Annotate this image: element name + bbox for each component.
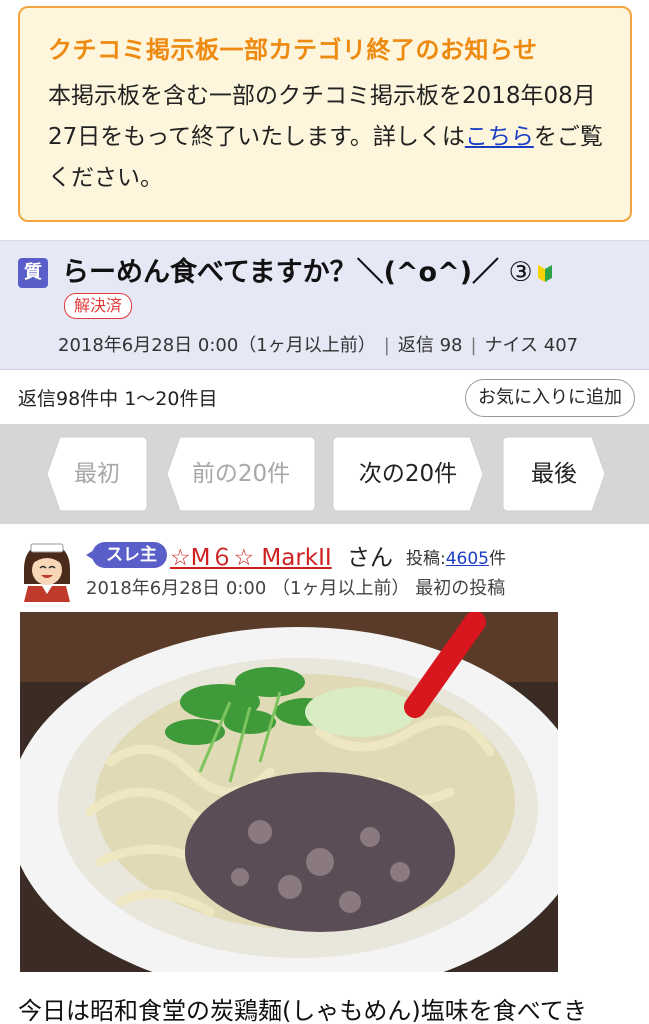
first-page-button[interactable]: 最初	[46, 436, 148, 512]
user-avatar[interactable]	[18, 540, 76, 602]
notice-details-link[interactable]: こちら	[465, 124, 534, 150]
last-page-label: 最後	[531, 461, 577, 487]
ramen-photo[interactable]	[20, 612, 558, 972]
last-page-button[interactable]: 最後	[502, 436, 606, 512]
post-count-suffix: 件	[489, 549, 506, 569]
thread-header: 質 らーめん食べてますか？＼(^o^)／ ③ 解決済 2018年6月28日 0:…	[0, 240, 649, 370]
post-count-link[interactable]: 4605	[446, 549, 489, 569]
next-page-label: 次の20件	[358, 461, 458, 487]
post-body-text: 今日は昭和食堂の炭鶏麺(しゃもめん)塩味を食べてき	[18, 997, 588, 1024]
post-count: 投稿:4605件	[406, 544, 506, 569]
ramen-image	[20, 612, 558, 972]
post-meta: 2018年6月28日 0:00 （1ヶ月以上前） 最初の投稿	[86, 578, 506, 599]
divider: |	[383, 335, 390, 356]
pagination: 最初 前の20件 次の20件 最後	[0, 424, 649, 524]
divider: |	[470, 335, 477, 356]
notice-title: クチコミ掲示板一部カテゴリ終了のお知らせ	[48, 36, 538, 64]
thread-starter-badge: スレ主	[86, 542, 167, 568]
prev-page-button[interactable]: 前の20件	[166, 436, 316, 512]
poster-name-link[interactable]: ☆M６☆ MarkII	[170, 538, 332, 572]
poster-honorific: さん	[347, 545, 393, 571]
question-badge-icon: 質	[18, 258, 48, 288]
reply-number-badge: ③	[508, 257, 533, 288]
prev-page-label: 前の20件	[191, 461, 291, 487]
beginner-mark-icon	[537, 265, 552, 282]
nice-count: ナイス 407	[484, 335, 579, 356]
notice-box: クチコミ掲示板一部カテゴリ終了のお知らせ 本掲示板を含む一部のクチコミ掲示板を2…	[18, 6, 632, 222]
thread-meta: 2018年6月28日 0:00（1ヶ月以上前） | 返信 98 | ナイス 407	[58, 331, 578, 357]
notice-body: 本掲示板を含む一部のクチコミ掲示板を2018年08月27日をもって終了いたします…	[48, 76, 604, 199]
solved-badge: 解決済	[64, 293, 133, 319]
add-favorite-button[interactable]: お気に入りに追加	[465, 379, 635, 417]
thread-title: らーめん食べてますか？＼(^o^)／ ③	[62, 253, 553, 293]
reply-range-text: 返信98件中 1〜20件目	[18, 388, 218, 410]
reply-range-bar: 返信98件中 1〜20件目 お気に入りに追加	[0, 371, 649, 423]
thread-title-text: らーめん食べてますか？＼(^o^)／	[62, 257, 500, 288]
thread-date: 2018年6月28日 0:00（1ヶ月以上前）	[58, 335, 376, 356]
reply-count: 返信 98	[397, 335, 463, 356]
next-page-button[interactable]: 次の20件	[332, 436, 484, 512]
post-count-label: 投稿:	[406, 549, 446, 569]
post-header: スレ主 ☆M６☆ MarkII さん 投稿:4605件 2018年6月28日 0…	[0, 530, 649, 610]
first-page-label: 最初	[74, 461, 120, 487]
